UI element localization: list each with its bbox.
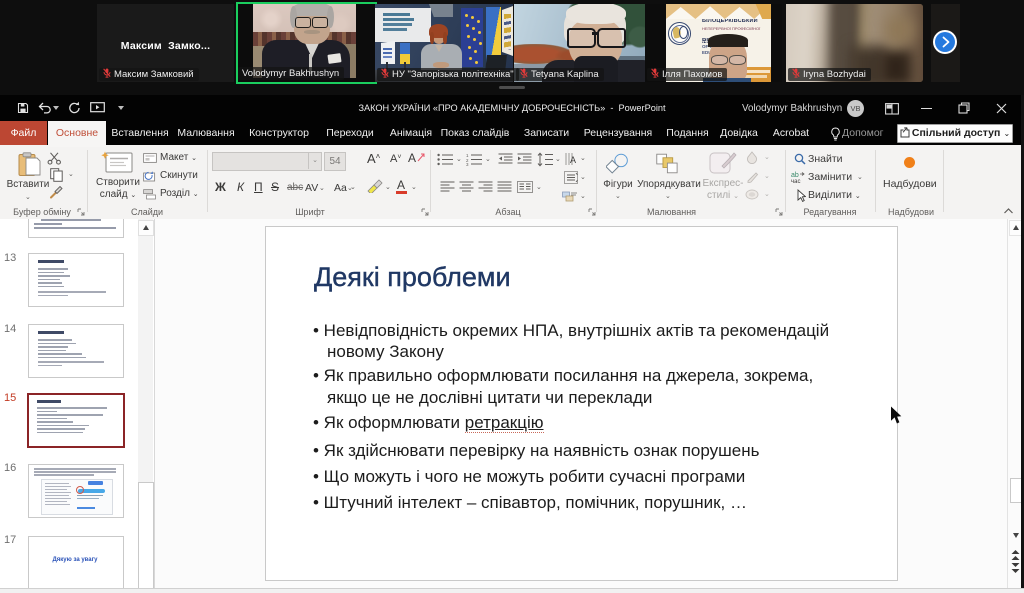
svg-text:ab: ab — [791, 172, 799, 179]
svg-text:A: A — [570, 155, 576, 165]
svg-text:3: 3 — [466, 162, 469, 166]
svg-text:час: час — [791, 179, 800, 183]
